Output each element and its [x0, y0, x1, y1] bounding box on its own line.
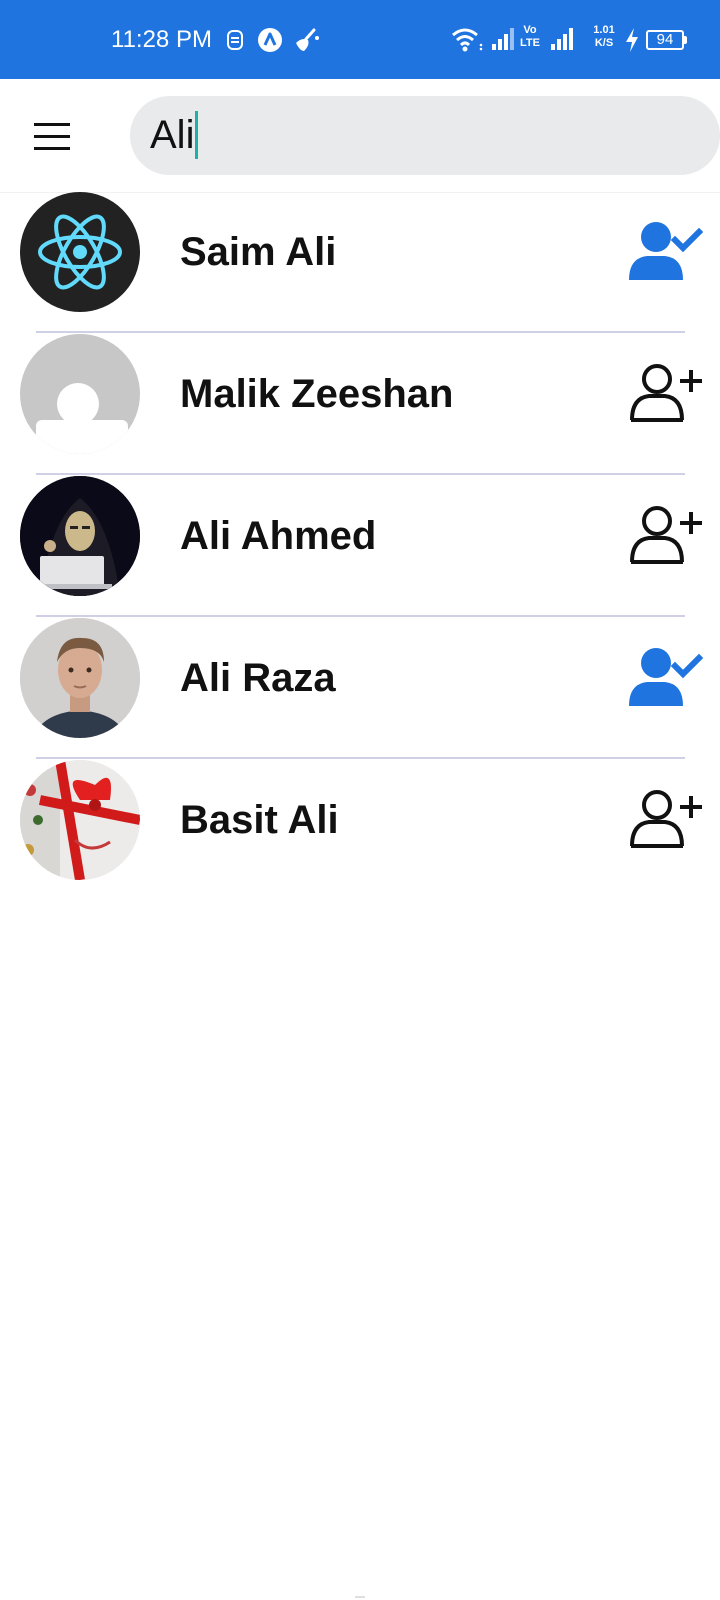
divider	[36, 331, 685, 333]
contact-name: Saim Ali	[180, 230, 337, 274]
list-item[interactable]: Saim Ali	[0, 192, 720, 334]
network-speed: 1.01 K/S	[593, 24, 615, 49]
hamburger-menu-icon	[34, 123, 70, 126]
contact-name: Malik Zeeshan	[180, 372, 454, 416]
avatar	[20, 334, 140, 454]
text-caret	[195, 111, 198, 159]
react-logo-icon	[38, 214, 122, 290]
hamburger-menu-icon	[34, 147, 70, 150]
avatar	[20, 760, 140, 880]
list-item[interactable]: Basit Ali	[0, 760, 720, 902]
app-notification-icon	[258, 28, 282, 52]
menu-button[interactable]	[28, 114, 76, 160]
avatar	[20, 618, 140, 738]
divider	[36, 473, 685, 475]
default-avatar-icon	[36, 383, 128, 454]
user-check-icon[interactable]	[627, 220, 703, 284]
cleaner-broom-icon	[296, 28, 319, 51]
status-bar: 11:28 PM Vo LTE 1.01 K/S 94	[0, 0, 720, 79]
contact-name: Ali Ahmed	[180, 514, 377, 558]
signal-strength-icon	[551, 28, 573, 50]
status-time: 11:28 PM	[111, 26, 212, 53]
divider	[36, 757, 685, 759]
user-check-icon[interactable]	[627, 646, 703, 710]
list-item[interactable]: Ali Ahmed	[0, 476, 720, 618]
sim-toolkit-icon	[227, 30, 243, 50]
avatar	[20, 192, 140, 312]
gift-wrap-photo	[20, 760, 140, 880]
man-portrait-photo	[20, 618, 140, 738]
user-plus-icon[interactable]	[627, 362, 703, 426]
signal-strength-icon	[492, 28, 514, 50]
navigation-handle	[355, 1596, 365, 1598]
wifi-icon	[452, 28, 483, 52]
hooded-figure-photo	[20, 476, 140, 596]
list-item[interactable]: Malik Zeeshan	[0, 334, 720, 476]
avatar	[20, 476, 140, 596]
volte-indicator: Vo LTE	[520, 24, 540, 49]
hamburger-menu-icon	[34, 135, 70, 138]
user-plus-icon[interactable]	[627, 788, 703, 852]
contact-name: Ali Raza	[180, 656, 336, 700]
battery-cap	[684, 36, 687, 44]
search-bar[interactable]	[130, 96, 720, 175]
list-item[interactable]: Ali Raza	[0, 618, 720, 760]
divider	[36, 615, 685, 617]
search-input[interactable]	[150, 110, 690, 160]
battery-icon: 94	[646, 30, 684, 50]
contact-name: Basit Ali	[180, 798, 339, 842]
charging-bolt-icon	[626, 28, 638, 52]
user-plus-icon[interactable]	[627, 504, 703, 568]
